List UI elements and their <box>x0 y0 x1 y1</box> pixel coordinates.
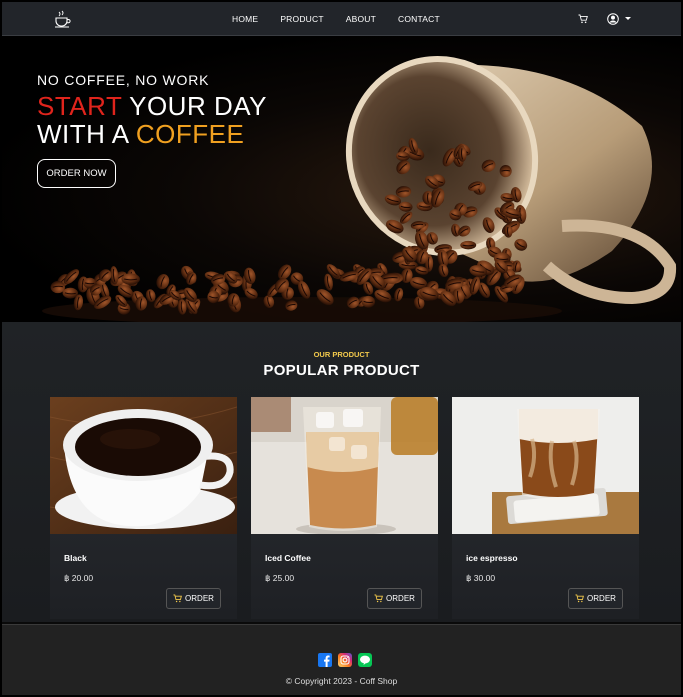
instagram-icon[interactable] <box>338 653 352 667</box>
section-kicker: OUR PRODUCT <box>313 350 370 359</box>
order-button-label: ORDER <box>386 594 415 603</box>
cart-icon <box>374 594 384 603</box>
hero-headline-1-rest: YOUR DAY <box>121 91 267 121</box>
section-title: POPULAR PRODUCT <box>263 362 420 379</box>
chevron-down-icon[interactable] <box>625 17 631 20</box>
nav-product[interactable]: PRODUCT <box>280 14 323 24</box>
hero-headline-2-prefix: WITH A <box>37 119 136 149</box>
nav-contact[interactable]: CONTACT <box>398 14 440 24</box>
product-image[interactable] <box>50 397 237 534</box>
cart-icon <box>575 594 585 603</box>
product-image[interactable] <box>251 397 438 534</box>
products-section: OUR PRODUCT POPULAR PRODUCT Black ฿ 20.0… <box>2 322 681 622</box>
order-button-label: ORDER <box>587 594 616 603</box>
product-price: ฿ 25.00 <box>265 573 295 583</box>
footer: © Copyright 2023 - Coff Shop <box>2 624 681 695</box>
product-image[interactable] <box>452 397 639 534</box>
hero-headline-2: WITH A COFFEE <box>37 119 244 150</box>
nav-menu: HOME PRODUCT ABOUT CONTACT <box>232 2 462 36</box>
order-button-label: ORDER <box>185 594 214 603</box>
navbar: HOME PRODUCT ABOUT CONTACT <box>2 2 681 36</box>
hero-kicker: NO COFFEE, NO WORK <box>37 72 210 88</box>
order-button[interactable]: ORDER <box>166 588 221 609</box>
line-icon[interactable] <box>358 653 372 667</box>
cart-icon[interactable] <box>578 14 588 24</box>
product-price: ฿ 20.00 <box>64 573 94 583</box>
order-now-button[interactable]: ORDER NOW <box>37 159 116 188</box>
product-name: ice espresso <box>466 553 518 563</box>
coffee-beans <box>50 137 528 315</box>
product-card: ice espresso ฿ 30.00 ORDER <box>452 397 639 619</box>
nav-about[interactable]: ABOUT <box>346 14 376 24</box>
order-button[interactable]: ORDER <box>367 588 422 609</box>
nav-home[interactable]: HOME <box>232 14 258 24</box>
social-links <box>318 653 372 667</box>
facebook-icon[interactable] <box>318 653 332 667</box>
product-card: Black ฿ 20.00 ORDER <box>50 397 237 619</box>
hero-banner: NO COFFEE, NO WORK START YOUR DAY WITH A… <box>2 36 681 322</box>
hero-accent-coffee: COFFEE <box>135 119 245 149</box>
order-button[interactable]: ORDER <box>568 588 623 609</box>
user-icon[interactable] <box>607 13 619 25</box>
product-price: ฿ 30.00 <box>466 573 496 583</box>
copyright-text: © Copyright 2023 - Coff Shop <box>285 676 398 686</box>
product-card: Iced Coffee ฿ 25.00 ORDER <box>251 397 438 619</box>
hero-headline-1: START YOUR DAY <box>37 91 267 122</box>
cart-icon <box>173 594 183 603</box>
hero-accent-start: START <box>37 91 122 121</box>
product-name: Black <box>64 553 87 563</box>
product-name: Iced Coffee <box>265 553 311 563</box>
coffee-cup-icon[interactable] <box>54 10 72 28</box>
